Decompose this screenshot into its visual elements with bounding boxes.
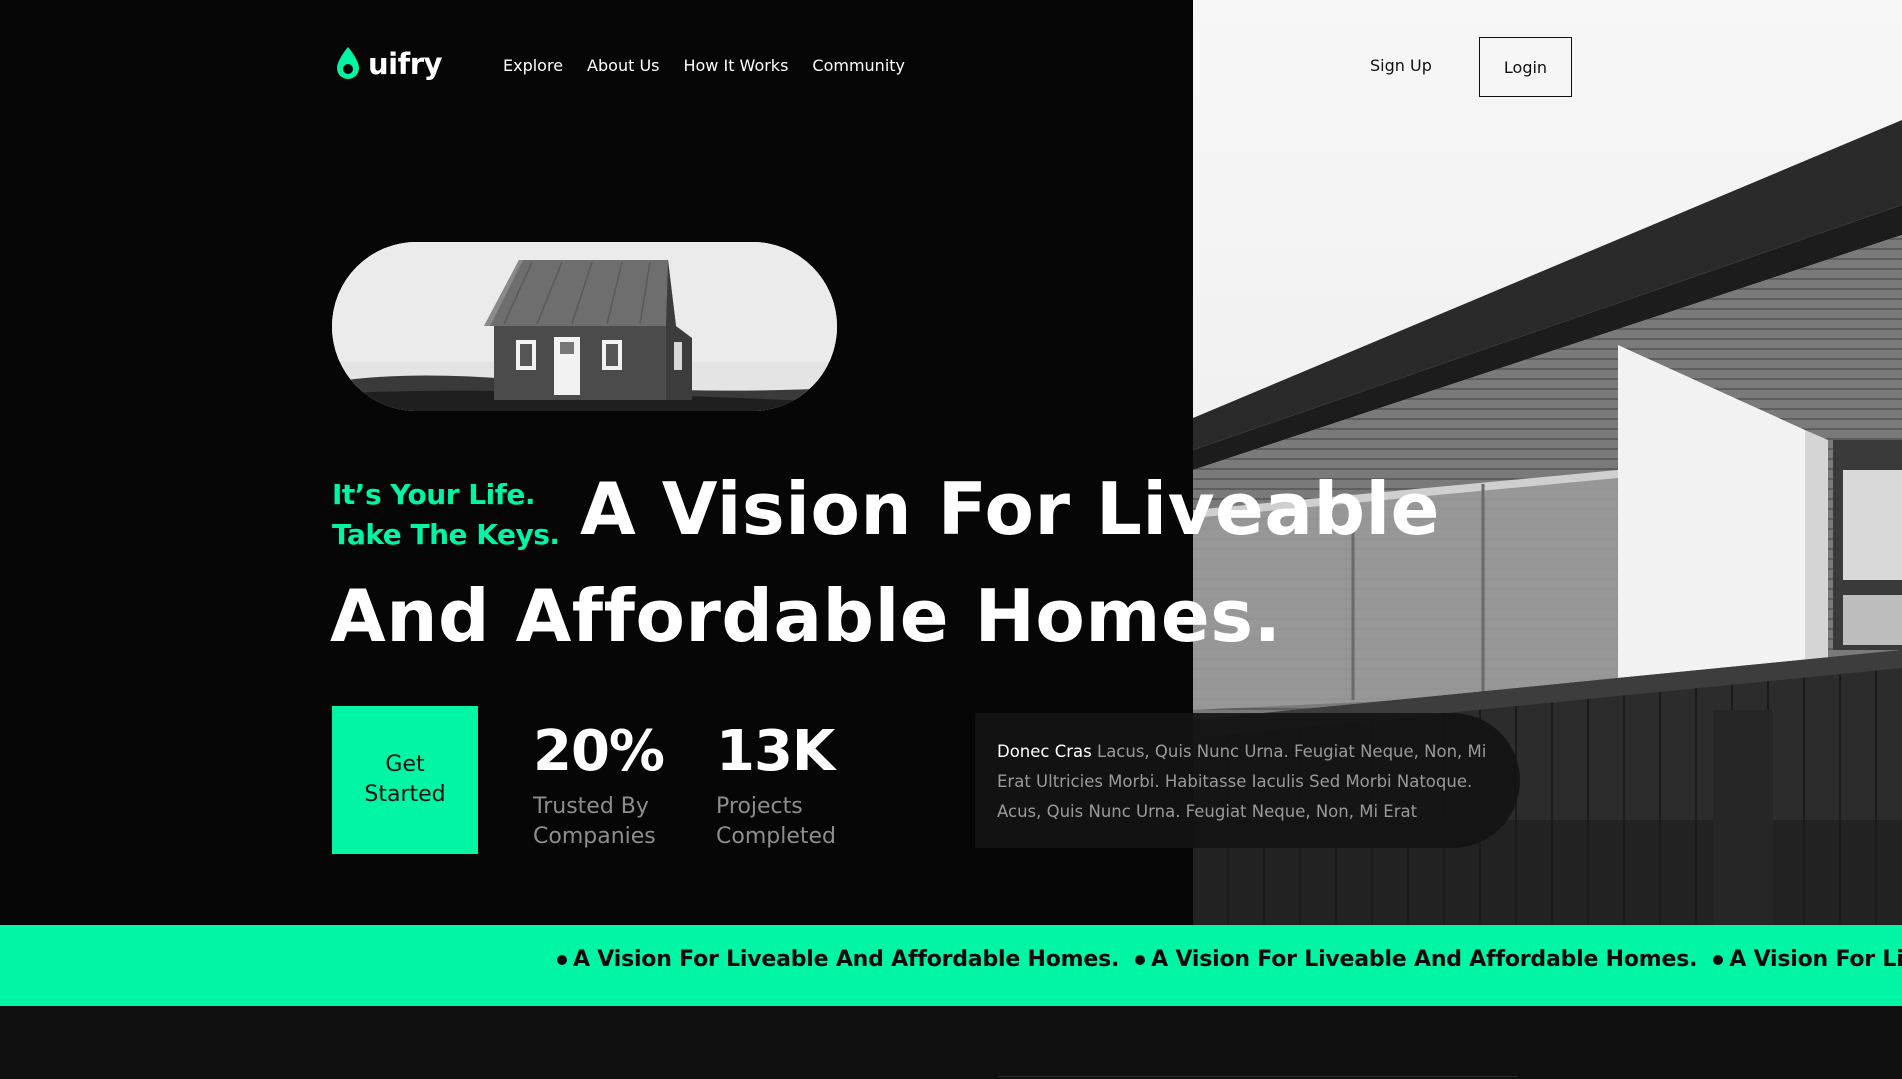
marquee-item: A Vision For Liveable And Affordable Hom…: [1135, 947, 1698, 972]
info-card: Donec Cras Lacus, Quis Nunc Urna. Feugia…: [975, 713, 1520, 848]
stat-label: Trusted By Companies: [533, 794, 656, 849]
hero-headline-line-2: And Affordable Homes.: [330, 574, 1282, 658]
nav-item-about-us[interactable]: About Us: [587, 56, 659, 75]
brand-logo[interactable]: uifry: [334, 46, 442, 82]
hero-headline-line-1: A Vision For Liveable: [580, 467, 1441, 551]
stat-value: 20%: [533, 719, 665, 784]
nav-item-explore[interactable]: Explore: [503, 56, 563, 75]
nav-item-community[interactable]: Community: [812, 56, 905, 75]
marquee-text: A Vision For Liveable And Affordable Hom…: [573, 947, 1120, 972]
stat-trusted-by-companies: 20% Trusted By Companies: [533, 720, 683, 852]
brand-name: uifry: [368, 47, 442, 81]
get-started-button[interactable]: Get Started: [332, 706, 478, 854]
stat-label: Projects Completed: [716, 794, 836, 849]
bullet-dot-icon: [1135, 954, 1146, 965]
marquee-track: A Vision For Liveable And Affordable Hom…: [557, 947, 1902, 972]
divider: [998, 1076, 1518, 1077]
marquee-band: A Vision For Liveable And Affordable Hom…: [0, 925, 1902, 1006]
bullet-dot-icon: [1713, 954, 1724, 965]
tagline-line-1: It’s Your Life.: [332, 478, 536, 511]
sign-up-link[interactable]: Sign Up: [1370, 56, 1432, 75]
stat-projects-completed: 13K Projects Completed: [716, 720, 866, 852]
hero-tagline: It’s Your Life. Take The Keys.: [332, 475, 560, 555]
landing-page: uifry Explore About Us How It Works Comm…: [0, 0, 1902, 1079]
marquee-item: A Vision For Liveable And Affordable Hom…: [1713, 947, 1902, 972]
marquee-text: A Vision For Liveable And Affordable Hom…: [1151, 947, 1698, 972]
info-card-text: Donec Cras Lacus, Quis Nunc Urna. Feugia…: [997, 737, 1500, 827]
stat-value: 13K: [716, 719, 835, 784]
next-section: [0, 1006, 1902, 1079]
main-nav: Explore About Us How It Works Community: [503, 56, 905, 75]
info-card-lead: Donec Cras: [997, 742, 1092, 761]
tagline-line-2: Take The Keys.: [332, 518, 560, 551]
nav-item-how-it-works[interactable]: How It Works: [683, 56, 788, 75]
marquee-item: A Vision For Liveable And Affordable Hom…: [557, 947, 1119, 972]
marquee-text: A Vision For Liveable And Affordable Hom…: [1729, 947, 1902, 972]
drop-logo-icon: [337, 47, 359, 79]
house-pill-image: [332, 242, 837, 411]
bullet-dot-icon: [557, 954, 567, 965]
login-button[interactable]: Login: [1479, 37, 1572, 97]
